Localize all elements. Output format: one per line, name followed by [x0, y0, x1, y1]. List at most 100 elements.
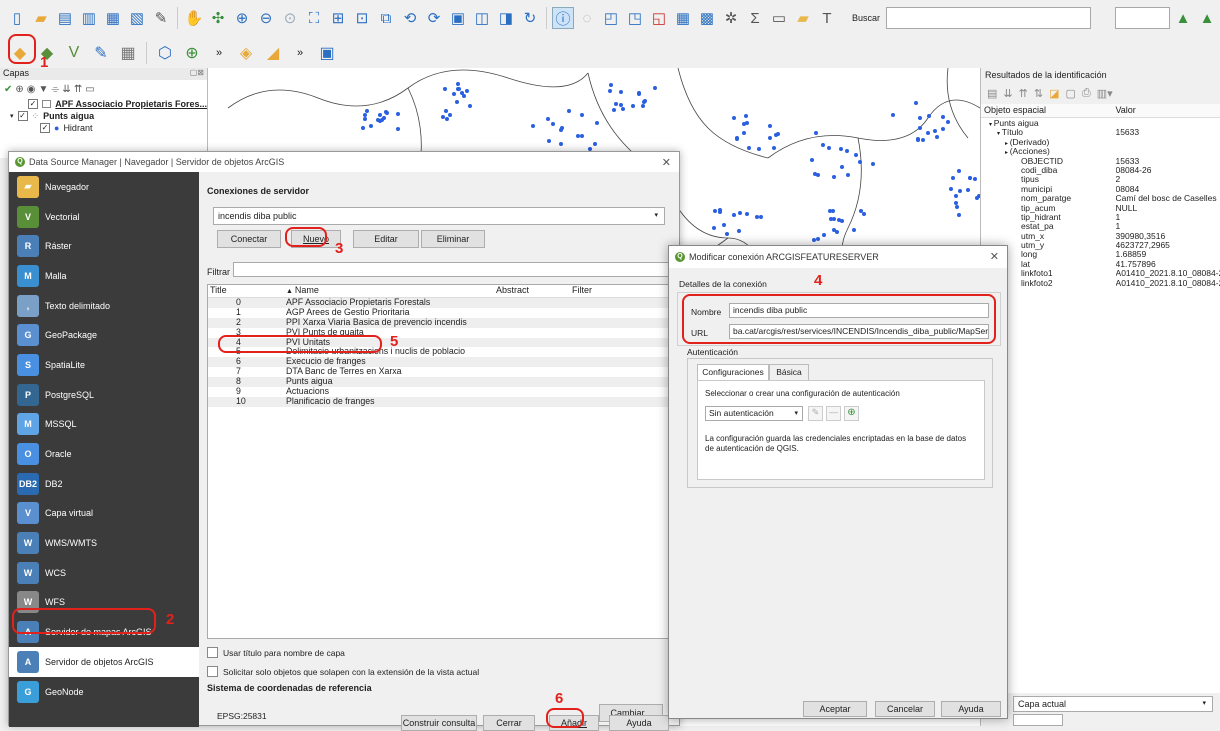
identify-row[interactable]: ▸ (Acciones): [981, 147, 1220, 156]
filter-legend-icon[interactable]: ⌯: [51, 84, 59, 95]
tab-basic[interactable]: Básica: [769, 364, 809, 380]
sidebar-item[interactable]: W WCS: [9, 558, 199, 588]
zoom-out-icon[interactable]: ⊖: [255, 7, 277, 29]
hydrant-point[interactable]: [652, 85, 657, 90]
sidebar-item[interactable]: W WMS/WMTS: [9, 528, 199, 558]
hydrant-point[interactable]: [384, 111, 389, 116]
hydrant-point[interactable]: [594, 120, 599, 125]
statistics-icon[interactable]: Σ: [744, 7, 766, 29]
hydrant-point[interactable]: [550, 122, 555, 127]
hydrant-point[interactable]: [954, 204, 959, 209]
identify-row[interactable]: tip_acum NULL: [981, 204, 1220, 213]
hydrant-point[interactable]: [361, 125, 366, 130]
hydrant-point[interactable]: [717, 208, 722, 213]
cancel-button[interactable]: Cancelar: [875, 701, 935, 717]
table-row[interactable]: 10 Planificacio de franges: [208, 396, 676, 407]
layout-manager-icon[interactable]: ▧: [126, 7, 148, 29]
identify-row[interactable]: linkfoto2 A01410_2021.8.10_08084-26: [981, 279, 1220, 288]
new-project-icon[interactable]: ▯: [6, 7, 28, 29]
hydrant-point[interactable]: [580, 133, 585, 138]
search-dropdown[interactable]: [1115, 7, 1171, 29]
checkbox-box[interactable]: [207, 647, 218, 658]
identify-row[interactable]: lat 41.757896: [981, 260, 1220, 269]
column-header-name[interactable]: ▲ Name: [286, 285, 496, 297]
only-extent-checkbox[interactable]: Solicitar solo objetos que solapen con l…: [207, 666, 479, 677]
identify-row[interactable]: tip_hidrant 1: [981, 213, 1220, 222]
sidebar-item[interactable]: P PostgreSQL: [9, 380, 199, 410]
visibility-icon[interactable]: ◉: [27, 84, 36, 95]
open-project-icon[interactable]: ▰: [30, 7, 52, 29]
pan-icon[interactable]: ✋: [183, 7, 205, 29]
zoom-next-icon[interactable]: ⟳: [423, 7, 445, 29]
auth-config-select[interactable]: Sin autenticación ▾: [705, 406, 803, 421]
add-auth-icon[interactable]: ⊕: [844, 406, 859, 421]
more-tools-chevron-icon[interactable]: »: [288, 41, 312, 65]
zoom-full-icon[interactable]: ⛶: [303, 7, 325, 29]
add-raster-icon[interactable]: ▦: [116, 41, 140, 65]
identify-row[interactable]: long 1.68859: [981, 250, 1220, 259]
sidebar-item[interactable]: S SpatiaLite: [9, 350, 199, 380]
connection-select[interactable]: incendis diba public ▾: [213, 207, 665, 225]
style-icon[interactable]: ✔: [4, 84, 12, 95]
layer-visible-checkbox[interactable]: ✓: [17, 111, 28, 121]
identify-row[interactable]: ▾ Título 15633: [981, 128, 1220, 137]
sidebar-item[interactable]: , Texto delimitado: [9, 291, 199, 321]
hydrant-point[interactable]: [618, 89, 623, 94]
zoom-native-icon[interactable]: ⧉: [375, 7, 397, 29]
bookmark-icon[interactable]: ◨: [495, 7, 517, 29]
close-icon[interactable]: ✕: [662, 156, 671, 169]
identify-options-icon[interactable]: ▥▾: [1097, 87, 1113, 100]
vertex-tool-icon[interactable]: ⬡: [153, 41, 177, 65]
hydrant-point[interactable]: [935, 134, 940, 139]
identify-row[interactable]: codi_diba 08084-26: [981, 166, 1220, 175]
zoom-last-icon[interactable]: ⟲: [399, 7, 421, 29]
hydrant-point[interactable]: [918, 115, 923, 120]
search-input[interactable]: [886, 7, 1092, 29]
hydrant-point[interactable]: [546, 138, 551, 143]
hydrant-point[interactable]: [575, 133, 580, 138]
hydrant-point[interactable]: [734, 136, 739, 141]
help-button[interactable]: Ayuda: [609, 715, 669, 731]
panel-close-icon[interactable]: ▢⊠: [190, 68, 204, 77]
sidebar-item[interactable]: DB2 DB2: [9, 469, 199, 499]
zoom-layer-icon[interactable]: ⊕: [180, 41, 204, 65]
expand-new-icon[interactable]: ⇅: [1034, 87, 1043, 100]
hydrant-point[interactable]: [737, 210, 742, 215]
digitize-icon[interactable]: ✎: [89, 41, 113, 65]
hydrant-point[interactable]: [559, 125, 564, 130]
hydrant-point[interactable]: [558, 141, 563, 146]
hydrant-point[interactable]: [447, 113, 452, 118]
identify-row[interactable]: ▸ (Derivado): [981, 138, 1220, 147]
zoom-rubberband-icon[interactable]: ⊙: [279, 7, 301, 29]
hydrant-point[interactable]: [747, 145, 752, 150]
table-row[interactable]: 9 Actuacions: [208, 386, 676, 397]
hydrant-point[interactable]: [454, 100, 459, 104]
layer-item[interactable]: ▾ ✓ ⁘ Punts aigua: [0, 110, 207, 122]
hydrant-point[interactable]: [844, 149, 849, 154]
style-manager-icon[interactable]: ✎: [150, 7, 172, 29]
hydrant-point[interactable]: [375, 118, 380, 123]
collapse-tree-icon[interactable]: ⇈: [1019, 87, 1028, 100]
sidebar-item[interactable]: A Servidor de objetos ArcGIS: [9, 647, 199, 677]
tab-configurations[interactable]: Configuraciones: [697, 364, 769, 380]
plugin-icon[interactable]: ▲: [1172, 7, 1194, 29]
help-icon[interactable]: ▣: [315, 41, 339, 65]
identify-row[interactable]: OBJECTID 15633: [981, 157, 1220, 166]
identify-row[interactable]: tipus 2: [981, 175, 1220, 184]
filter-input[interactable]: [233, 262, 677, 277]
add-group-icon[interactable]: ⊕: [15, 84, 23, 95]
hydrant-point[interactable]: [377, 112, 382, 117]
hydrant-point[interactable]: [362, 116, 367, 121]
help-button[interactable]: Ayuda: [941, 701, 1001, 717]
sidebar-item[interactable]: V Capa virtual: [9, 499, 199, 529]
connect-button[interactable]: Conectar: [217, 230, 281, 248]
sidebar-item[interactable]: ▰ Navegador: [9, 172, 199, 202]
hydrant-point[interactable]: [965, 187, 970, 192]
sidebar-item[interactable]: O Oracle: [9, 439, 199, 469]
zoom-to-layer-icon[interactable]: ⊡: [351, 7, 373, 29]
layer-item[interactable]: ✓ ● Hidrant: [0, 122, 207, 134]
identify-row[interactable]: utm_x 390980,3516: [981, 232, 1220, 241]
refresh-icon[interactable]: ↻: [519, 7, 541, 29]
hydrant-point[interactable]: [851, 227, 856, 232]
edit-auth-icon[interactable]: ✎: [808, 406, 823, 421]
